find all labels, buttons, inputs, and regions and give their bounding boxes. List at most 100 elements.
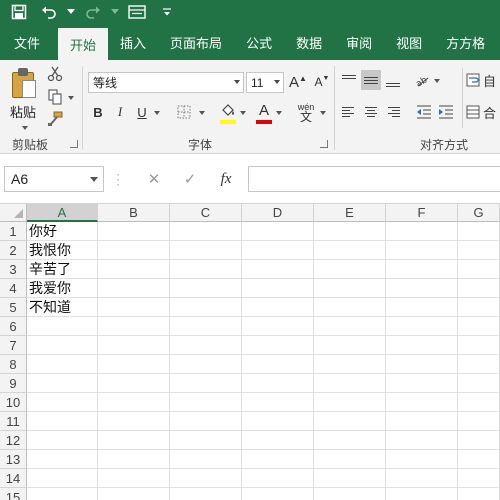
cell-g4[interactable]: [458, 279, 500, 298]
cell-d11[interactable]: [242, 412, 314, 431]
row-header-15[interactable]: 15: [0, 488, 27, 500]
cell-f6[interactable]: [386, 317, 458, 336]
cell-c2[interactable]: [170, 241, 242, 260]
cell-d9[interactable]: [242, 374, 314, 393]
cut-icon[interactable]: [44, 64, 66, 84]
column-header-d[interactable]: D: [242, 204, 314, 222]
cell-a13[interactable]: [27, 450, 98, 469]
cell-f5[interactable]: [386, 298, 458, 317]
cell-g5[interactable]: [458, 298, 500, 317]
cell-e3[interactable]: [314, 260, 386, 279]
cell-e15[interactable]: [314, 488, 386, 500]
cell-a14[interactable]: [27, 469, 98, 488]
cell-c9[interactable]: [170, 374, 242, 393]
paste-button[interactable]: 粘贴: [8, 66, 40, 124]
cell-b5[interactable]: [98, 298, 170, 317]
cell-f15[interactable]: [386, 488, 458, 500]
cell-a12[interactable]: [27, 431, 98, 450]
cell-e7[interactable]: [314, 336, 386, 355]
cell-g11[interactable]: [458, 412, 500, 431]
cell-e9[interactable]: [314, 374, 386, 393]
cell-c14[interactable]: [170, 469, 242, 488]
row-header-6[interactable]: 6: [0, 317, 27, 336]
cell-e2[interactable]: [314, 241, 386, 260]
name-box[interactable]: A6: [4, 166, 104, 192]
copy-dropdown-icon[interactable]: [68, 96, 74, 100]
align-right-icon[interactable]: [383, 102, 403, 122]
cell-e13[interactable]: [314, 450, 386, 469]
row-header-3[interactable]: 3: [0, 260, 27, 279]
row-header-7[interactable]: 7: [0, 336, 27, 355]
cell-f8[interactable]: [386, 355, 458, 374]
cell-g14[interactable]: [458, 469, 500, 488]
format-painter-icon[interactable]: [44, 109, 66, 129]
undo-dropdown-icon[interactable]: [66, 1, 76, 23]
bold-button[interactable]: B: [88, 102, 108, 122]
align-bottom-icon[interactable]: [383, 72, 403, 92]
cell-b11[interactable]: [98, 412, 170, 431]
align-center-icon[interactable]: [361, 102, 381, 122]
cell-b12[interactable]: [98, 431, 170, 450]
underline-button[interactable]: U: [132, 102, 152, 122]
cell-f4[interactable]: [386, 279, 458, 298]
cell-a11[interactable]: [27, 412, 98, 431]
cell-c10[interactable]: [170, 393, 242, 412]
confirm-icon[interactable]: ✓: [172, 170, 208, 188]
fill-color-dropdown-icon[interactable]: [240, 111, 246, 115]
borders-dropdown-icon[interactable]: [199, 111, 205, 115]
column-header-b[interactable]: B: [98, 204, 170, 222]
cell-e1[interactable]: [314, 222, 386, 241]
row-header-10[interactable]: 10: [0, 393, 27, 412]
cell-f14[interactable]: [386, 469, 458, 488]
cell-f11[interactable]: [386, 412, 458, 431]
cell-e8[interactable]: [314, 355, 386, 374]
cell-g6[interactable]: [458, 317, 500, 336]
tab-review[interactable]: 审阅: [334, 24, 384, 60]
copy-icon[interactable]: [44, 87, 66, 107]
tab-insert[interactable]: 插入: [108, 24, 158, 60]
row-header-12[interactable]: 12: [0, 431, 27, 450]
row-header-1[interactable]: 1: [0, 222, 27, 241]
cell-b7[interactable]: [98, 336, 170, 355]
cell-d4[interactable]: [242, 279, 314, 298]
redo-dropdown-icon[interactable]: [110, 1, 120, 23]
cell-a5[interactable]: 不知道: [27, 298, 98, 317]
cell-a8[interactable]: [27, 355, 98, 374]
column-header-a[interactable]: A: [27, 204, 98, 222]
tab-page-layout[interactable]: 页面布局: [158, 24, 234, 60]
phonetic-dropdown-icon[interactable]: [320, 111, 326, 115]
cell-d2[interactable]: [242, 241, 314, 260]
cell-b8[interactable]: [98, 355, 170, 374]
undo-icon[interactable]: [36, 1, 62, 23]
cell-c15[interactable]: [170, 488, 242, 500]
cell-c11[interactable]: [170, 412, 242, 431]
font-launcher-icon[interactable]: [320, 140, 328, 148]
font-color-button[interactable]: A: [254, 100, 274, 120]
cell-c12[interactable]: [170, 431, 242, 450]
orientation-dropdown-icon[interactable]: [434, 79, 440, 83]
tab-formulas[interactable]: 公式: [234, 24, 284, 60]
drag-handle-icon[interactable]: · · ·: [116, 168, 120, 190]
cell-c6[interactable]: [170, 317, 242, 336]
cell-f2[interactable]: [386, 241, 458, 260]
cell-d14[interactable]: [242, 469, 314, 488]
column-header-f[interactable]: F: [386, 204, 458, 222]
cell-a15[interactable]: [27, 488, 98, 500]
cell-g10[interactable]: [458, 393, 500, 412]
decrease-indent-icon[interactable]: [414, 102, 434, 122]
row-header-9[interactable]: 9: [0, 374, 27, 393]
cell-b2[interactable]: [98, 241, 170, 260]
cell-d6[interactable]: [242, 317, 314, 336]
cell-a4[interactable]: 我爱你: [27, 279, 98, 298]
italic-button[interactable]: I: [110, 102, 130, 122]
cell-e10[interactable]: [314, 393, 386, 412]
cell-f9[interactable]: [386, 374, 458, 393]
cell-b6[interactable]: [98, 317, 170, 336]
decrease-font-size-button[interactable]: A ▼: [312, 72, 332, 92]
cell-d13[interactable]: [242, 450, 314, 469]
cell-b13[interactable]: [98, 450, 170, 469]
cell-a2[interactable]: 我恨你: [27, 241, 98, 260]
cell-g7[interactable]: [458, 336, 500, 355]
row-header-13[interactable]: 13: [0, 450, 27, 469]
cell-e14[interactable]: [314, 469, 386, 488]
